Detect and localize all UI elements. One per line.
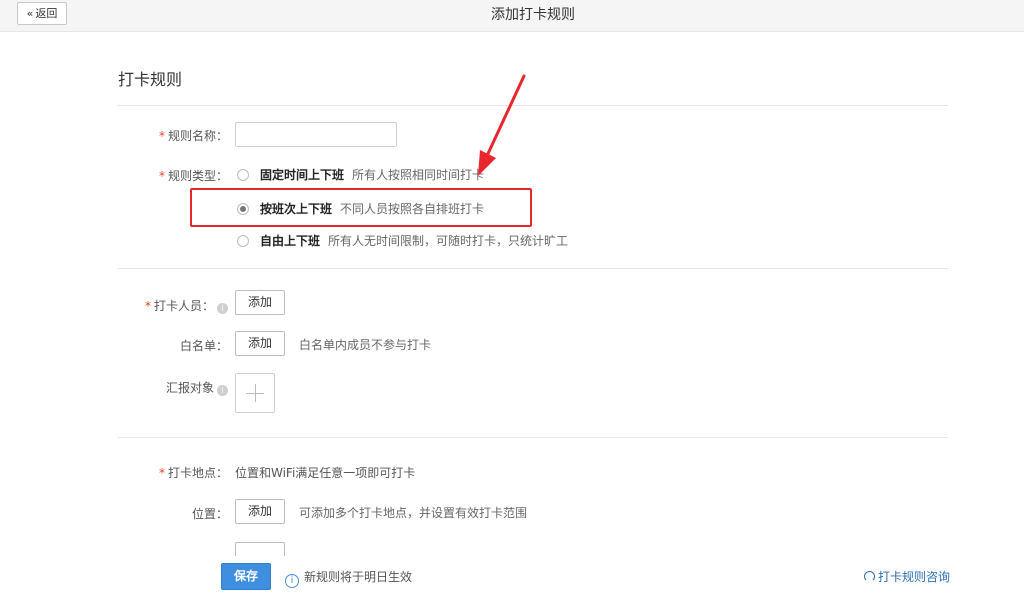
position-label: 位置： <box>191 507 228 521</box>
required-mark: * <box>144 299 151 313</box>
divider <box>118 268 948 269</box>
option-label: 固定时间上下班 <box>260 168 345 182</box>
highlight-box <box>190 188 532 227</box>
report-to-label: 汇报对象 i <box>130 379 228 396</box>
add-report-to-button[interactable] <box>235 373 275 413</box>
location-hint: 位置和WiFi满足任意一项即可打卡 <box>235 466 416 480</box>
option-desc: 所有人无时间限制，可随时打卡，只统计旷工 <box>328 234 569 248</box>
top-bar: «返回 添加打卡规则 <box>0 0 1024 32</box>
info-circle-icon: i <box>285 574 299 588</box>
radio-button[interactable] <box>237 235 249 247</box>
required-mark: * <box>158 129 165 143</box>
info-icon[interactable]: i <box>217 385 228 396</box>
add-whitelist-button[interactable]: 添加 <box>235 331 285 356</box>
required-mark: * <box>158 466 165 480</box>
radio-button[interactable] <box>237 169 249 181</box>
option-label: 自由上下班 <box>260 234 321 248</box>
option-desc: 所有人按照相同时间打卡 <box>352 168 485 182</box>
bottom-bar: 保存 i 新规则将于明日生效 打卡规则咨询 <box>0 556 1024 600</box>
position-hint: 可添加多个打卡地点，并设置有效打卡范围 <box>299 506 528 520</box>
headset-icon <box>863 571 875 582</box>
partial-row <box>0 540 1024 556</box>
required-mark: * <box>158 169 165 183</box>
annotation-arrow-icon <box>478 74 526 176</box>
rule-name-label: * 规则名称： <box>158 129 228 143</box>
effective-notice: i 新规则将于明日生效 <box>285 568 412 588</box>
divider <box>118 437 948 438</box>
whitelist-label: 白名单： <box>179 339 228 353</box>
page-title: 添加打卡规则 <box>491 7 575 23</box>
info-icon[interactable]: i <box>217 303 228 314</box>
section-title: 打卡规则 <box>118 70 183 89</box>
rule-name-input[interactable] <box>235 122 397 147</box>
consult-link[interactable]: 打卡规则咨询 <box>863 568 950 585</box>
location-label: * 打卡地点： <box>158 466 228 480</box>
add-wifi-button[interactable] <box>235 542 285 556</box>
whitelist-hint: 白名单内成员不参与打卡 <box>299 338 432 352</box>
rule-type-option-free[interactable]: 自由上下班 所有人无时间限制，可随时打卡，只统计旷工 <box>237 232 568 248</box>
save-button[interactable]: 保存 <box>221 563 271 590</box>
members-label: * 打卡人员： i <box>130 297 228 314</box>
divider <box>118 105 948 106</box>
add-position-button[interactable]: 添加 <box>235 499 285 524</box>
add-members-button[interactable]: 添加 <box>235 290 285 315</box>
rule-type-label: * 规则类型： <box>158 169 228 183</box>
rule-type-option-fixed[interactable]: 固定时间上下班 所有人按照相同时间打卡 <box>237 166 484 182</box>
